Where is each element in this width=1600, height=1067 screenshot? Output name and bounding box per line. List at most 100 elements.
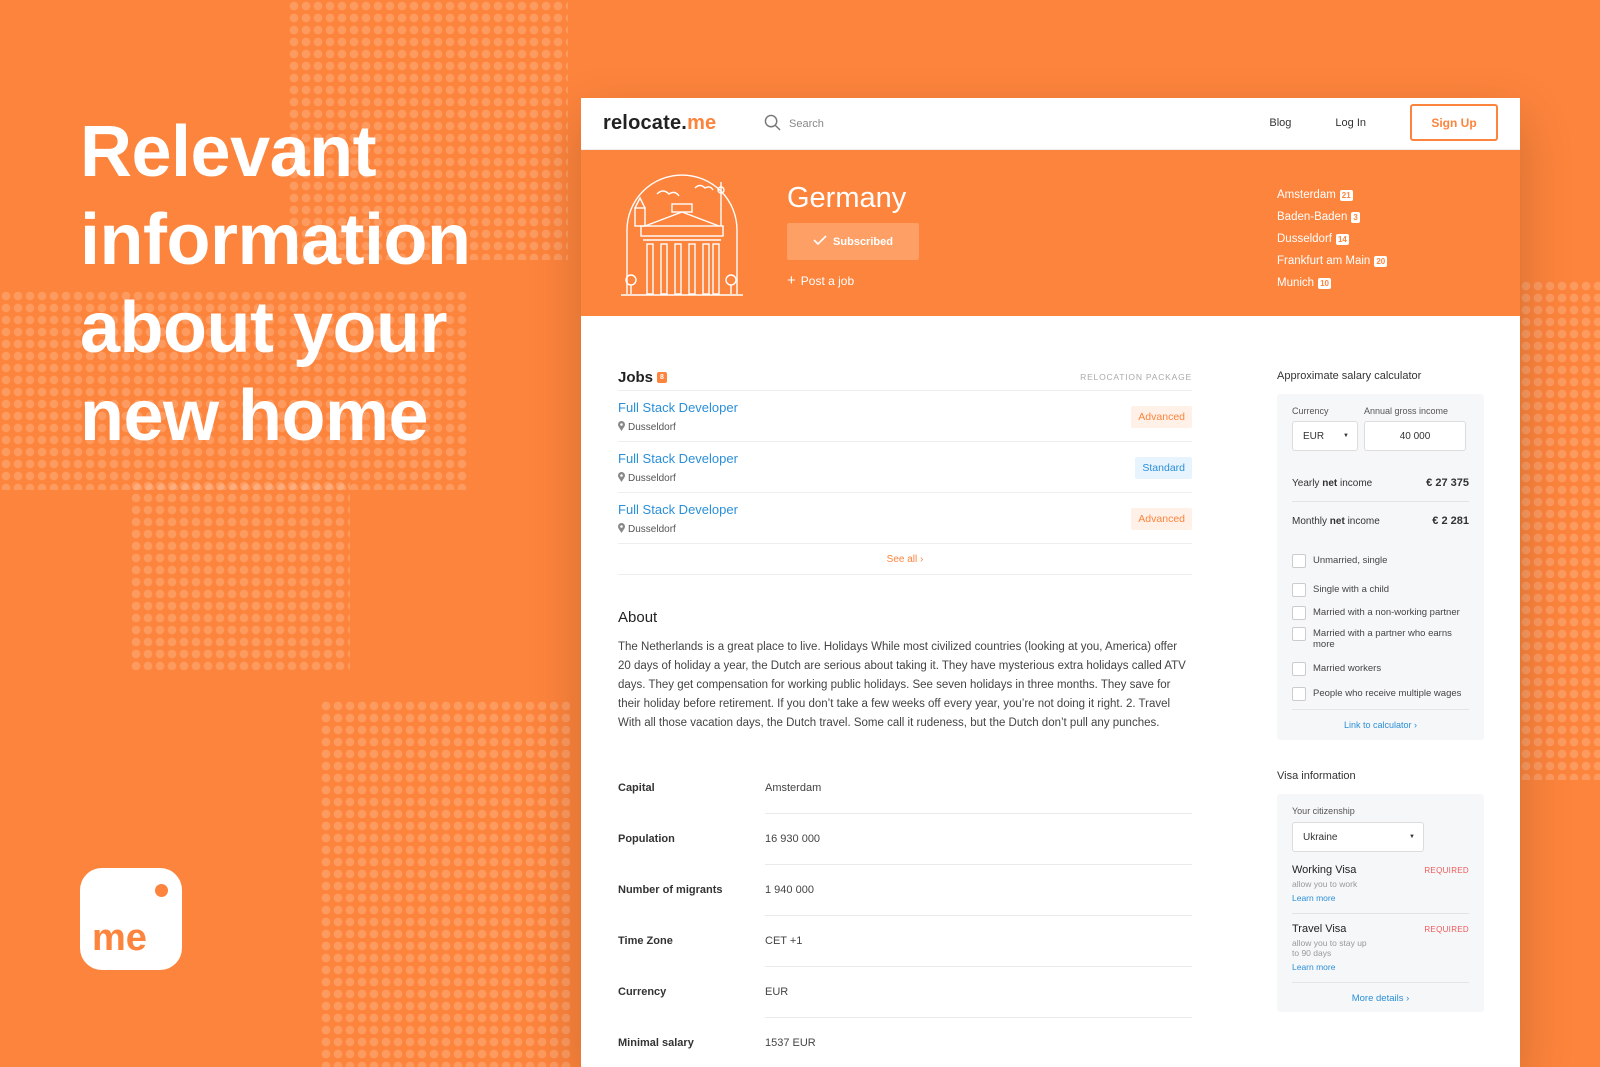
- hero-headline: Relevant information about your new home: [80, 108, 550, 460]
- learn-more-link[interactable]: Learn more: [1292, 962, 1469, 972]
- job-location-text: Dusseldorf: [628, 473, 676, 484]
- divider: [1292, 501, 1469, 502]
- dropdown-arrow-icon: ▼: [1343, 433, 1349, 439]
- option-multiple-wages[interactable]: People who receive multiple wages: [1292, 687, 1469, 701]
- currency-select[interactable]: EUR ▼: [1292, 421, 1358, 451]
- checkbox[interactable]: [1292, 662, 1306, 676]
- package-badge: Advanced: [1131, 406, 1192, 428]
- city-link[interactable]: Baden-Baden 3: [1277, 206, 1387, 228]
- city-name: Dusseldorf: [1277, 233, 1332, 245]
- checkbox[interactable]: [1292, 583, 1306, 597]
- nav-login-link[interactable]: Log In: [1335, 117, 1366, 129]
- currency-select-value: EUR: [1303, 430, 1325, 442]
- fact-key: Currency: [618, 986, 667, 998]
- pin-icon: [618, 472, 625, 485]
- fact-row: Currency EUR: [618, 975, 1192, 1026]
- subscribed-button[interactable]: Subscribed: [787, 223, 919, 260]
- citizenship-select-value: Ukraine: [1303, 831, 1338, 843]
- fact-row: Time Zone CET +1: [618, 924, 1192, 975]
- option-unmarried-single[interactable]: Unmarried, single: [1292, 554, 1469, 568]
- sidebar: Approximate salary calculator Currency A…: [1277, 364, 1484, 1012]
- logo-main: relocate.: [603, 112, 688, 134]
- visa-item: Travel Visa REQUIRED allow you to stay u…: [1292, 923, 1469, 972]
- package-badge: Standard: [1135, 457, 1192, 479]
- option-married-nonworking[interactable]: Married with a non-working partner: [1292, 606, 1469, 620]
- logo[interactable]: relocate.me: [603, 112, 716, 135]
- checkbox[interactable]: [1292, 627, 1306, 641]
- hero-line: about your: [80, 288, 448, 368]
- divider: [1292, 913, 1469, 914]
- job-location-text: Dusseldorf: [628, 524, 676, 535]
- fact-value: Amsterdam: [765, 782, 822, 794]
- option-label: Single with a child: [1313, 584, 1390, 595]
- checkbox[interactable]: [1292, 687, 1306, 701]
- job-location: Dusseldorf: [618, 523, 676, 536]
- citizenship-label: Your citizenship: [1292, 806, 1355, 816]
- city-count-badge: 20: [1374, 255, 1388, 267]
- visa-description: allow you to stay up to 90 days: [1292, 938, 1367, 958]
- fact-key: Time Zone: [618, 935, 673, 947]
- logo-accent: me: [687, 112, 717, 134]
- hero-line: information: [80, 200, 471, 280]
- monthly-label-post: income: [1344, 515, 1380, 527]
- fact-row: Minimal salary 1537 EUR: [618, 1026, 1192, 1067]
- app-icon: me: [80, 868, 182, 970]
- main-column: Jobs 8 RELOCATION PACKAGE Full Stack Dev…: [618, 364, 1192, 1067]
- job-title-link[interactable]: Full Stack Developer: [618, 451, 738, 466]
- nav-blog-link[interactable]: Blog: [1269, 117, 1291, 129]
- hero-line: new home: [80, 376, 429, 456]
- about-title: About: [618, 609, 658, 626]
- more-details-link[interactable]: More details ›: [1292, 982, 1469, 1004]
- city-link[interactable]: Dusseldorf 14: [1277, 228, 1387, 250]
- fact-key: Population: [618, 833, 675, 845]
- search-box[interactable]: Search: [764, 114, 824, 134]
- app-icon-text: me: [92, 917, 147, 959]
- learn-more-link[interactable]: Learn more: [1292, 893, 1469, 903]
- package-badge: Advanced: [1131, 508, 1192, 530]
- post-job-link[interactable]: + Post a job: [787, 273, 855, 288]
- job-row: Full Stack Developer Dusseldorf Standard: [618, 441, 1192, 492]
- see-all-link[interactable]: See all ›: [618, 543, 1192, 575]
- monthly-net-value: € 2 281: [1432, 515, 1469, 527]
- jobs-count-badge: 8: [657, 371, 667, 383]
- job-location: Dusseldorf: [618, 472, 676, 485]
- visa-description: allow you to work: [1292, 879, 1358, 889]
- country-title: Germany: [787, 182, 907, 214]
- checkbox[interactable]: [1292, 554, 1306, 568]
- nav-right: Blog Log In Sign Up: [1269, 104, 1498, 141]
- gross-income-input[interactable]: 40 000: [1364, 421, 1466, 451]
- job-title-link[interactable]: Full Stack Developer: [618, 502, 738, 517]
- job-row: Full Stack Developer Dusseldorf Advanced: [618, 492, 1192, 543]
- monthly-label-pre: Monthly: [1292, 515, 1330, 527]
- link-to-calculator[interactable]: Link to calculator ›: [1292, 709, 1469, 730]
- city-name: Munich: [1277, 277, 1315, 289]
- city-link[interactable]: Frankfurt am Main 20: [1277, 250, 1388, 272]
- option-married-workers[interactable]: Married workers: [1292, 662, 1469, 676]
- divider: [765, 1017, 1192, 1018]
- city-link[interactable]: Amsterdam 21: [1277, 184, 1387, 206]
- divider: [765, 966, 1192, 967]
- fact-key: Number of migrants: [618, 884, 723, 896]
- option-married-partner-earns-more[interactable]: Married with a partner who earns more: [1292, 627, 1469, 650]
- citizenship-select[interactable]: Ukraine ▼: [1292, 822, 1424, 852]
- top-navbar: relocate.me Search Blog Log In Sign Up: [581, 98, 1520, 150]
- city-link[interactable]: Munich 10: [1277, 272, 1387, 294]
- fact-row: Capital Amsterdam: [618, 771, 1192, 822]
- checkbox[interactable]: [1292, 606, 1306, 620]
- facts-table: Capital Amsterdam Population 16 930 000 Nu…: [618, 771, 1192, 1067]
- city-count-badge: 21: [1339, 189, 1353, 201]
- pin-icon: [618, 421, 625, 434]
- fact-value: CET +1: [765, 935, 803, 947]
- fact-value: EUR: [765, 986, 789, 998]
- yearly-net-income: Yearly net income € 27 375: [1292, 477, 1469, 489]
- option-label: Married with a non-working partner: [1313, 607, 1460, 618]
- post-job-label: Post a job: [800, 274, 855, 288]
- signup-button[interactable]: Sign Up: [1410, 104, 1498, 141]
- option-single-with-child[interactable]: Single with a child: [1292, 583, 1469, 597]
- monthly-net-label: Monthly net income: [1292, 516, 1380, 527]
- divider: [765, 864, 1192, 865]
- divider: [765, 813, 1192, 814]
- job-title-link[interactable]: Full Stack Developer: [618, 400, 738, 415]
- jobs-title: Jobs 8: [618, 369, 667, 386]
- browser-window: relocate.me Search Blog Log In Sign Up G…: [581, 98, 1520, 1067]
